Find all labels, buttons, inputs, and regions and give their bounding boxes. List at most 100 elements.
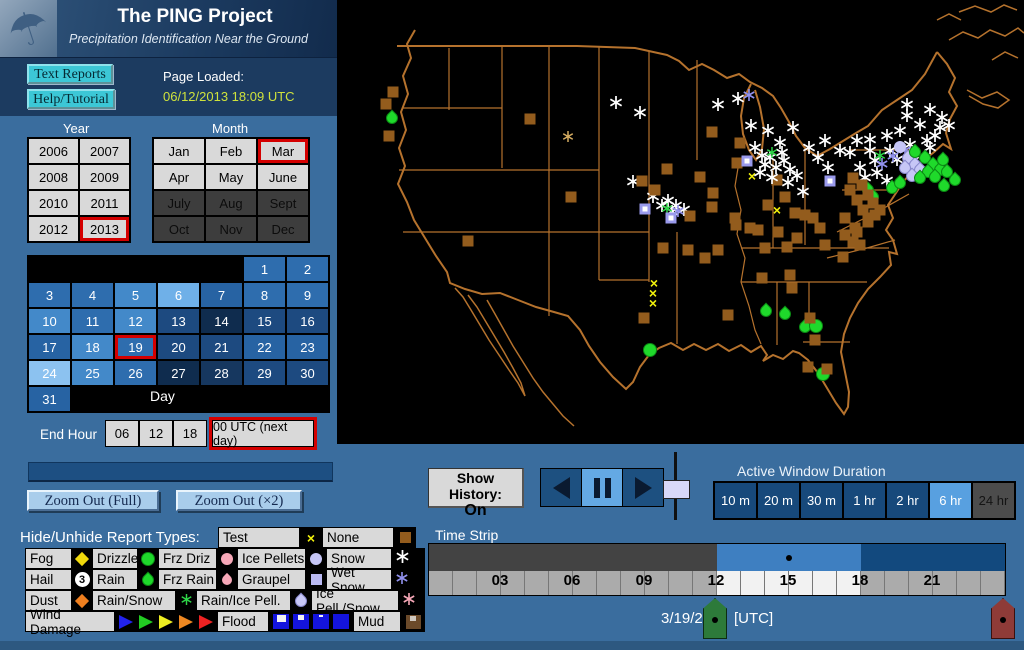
header-button-strip: Text Reports Help/Tutorial Page Loaded: …	[0, 57, 337, 116]
hour-cell-0[interactable]	[429, 571, 453, 595]
year-2010[interactable]: 2010	[28, 190, 79, 216]
time-strip-history-bar[interactable]	[428, 543, 1006, 572]
legend-label-ice-pellets[interactable]: Ice Pellets	[237, 548, 306, 569]
zoom-out-x2-button[interactable]: Zoom Out (×2)	[176, 490, 302, 511]
month-feb[interactable]: Feb	[205, 138, 257, 164]
day-28[interactable]: 28	[200, 360, 243, 386]
end-hour-06[interactable]: 06	[105, 420, 139, 447]
year-2012[interactable]: 2012	[28, 216, 79, 242]
end-hour-00-utc-next-day[interactable]: 00 UTC (next day)	[212, 420, 314, 447]
map-marker-sq	[637, 176, 648, 187]
duration-6hr[interactable]: 6 hr	[929, 482, 972, 519]
day-10[interactable]: 10	[28, 308, 71, 334]
end-time-marker[interactable]	[991, 598, 1015, 639]
show-history-button[interactable]: Show History: On	[428, 468, 524, 508]
year-2011[interactable]: 2011	[79, 190, 130, 216]
day-15[interactable]: 15	[243, 308, 286, 334]
hour-cell-16[interactable]	[813, 571, 837, 595]
day-23[interactable]: 23	[286, 334, 329, 360]
legend-label-test[interactable]: Test	[218, 527, 300, 548]
day-27[interactable]: 27	[157, 360, 200, 386]
hour-cell-10[interactable]	[669, 571, 693, 595]
time-cursor-marker[interactable]	[703, 598, 727, 639]
help-tutorial-button[interactable]: Help/Tutorial	[27, 89, 115, 109]
end-hour-12[interactable]: 12	[139, 420, 173, 447]
legend-label-rain[interactable]: Rain	[92, 569, 138, 590]
end-hour-18[interactable]: 18	[173, 420, 207, 447]
hour-cell-22[interactable]	[957, 571, 981, 595]
month-apr[interactable]: Apr	[153, 164, 205, 190]
none-square-icon	[855, 240, 866, 251]
day-29[interactable]: 29	[243, 360, 286, 386]
text-reports-button[interactable]: Text Reports	[27, 64, 113, 84]
day-7[interactable]: 7	[200, 282, 243, 308]
legend-label-wind-damage[interactable]: Wind Damage	[25, 611, 115, 632]
pause-button[interactable]	[582, 469, 622, 506]
hour-cell-4[interactable]	[525, 571, 549, 595]
hour-label-21: 21	[917, 572, 947, 589]
day-21[interactable]: 21	[200, 334, 243, 360]
hour-cell-7[interactable]	[597, 571, 621, 595]
day-17[interactable]: 17	[28, 334, 71, 360]
legend-label-none[interactable]: None	[322, 527, 394, 548]
day-8[interactable]: 8	[243, 282, 286, 308]
day-6[interactable]: 6	[157, 282, 200, 308]
day-11[interactable]: 11	[71, 308, 114, 334]
day-25[interactable]: 25	[71, 360, 114, 386]
duration-10m[interactable]: 10 m	[714, 482, 757, 519]
month-may[interactable]: May	[205, 164, 257, 190]
duration-2hr[interactable]: 2 hr	[886, 482, 929, 519]
hour-cell-1[interactable]	[453, 571, 477, 595]
legend-label-flood[interactable]: Flood	[217, 611, 269, 632]
us-precip-map[interactable]: ×××××	[337, 0, 1024, 444]
step-back-button[interactable]	[541, 469, 581, 506]
legend-label-frz-driz[interactable]: Frz Driz	[158, 548, 217, 569]
month-jan[interactable]: Jan	[153, 138, 205, 164]
month-mar[interactable]: Mar	[257, 138, 309, 164]
day-9[interactable]: 9	[286, 282, 329, 308]
day-30[interactable]: 30	[286, 360, 329, 386]
duration-30m[interactable]: 30 m	[800, 482, 843, 519]
year-2007[interactable]: 2007	[79, 138, 130, 164]
day-19[interactable]: 19	[114, 334, 157, 360]
legend-label-ice-pell-snow[interactable]: Ice Pell./Snow	[311, 590, 399, 611]
year-2013[interactable]: 2013	[79, 216, 130, 242]
legend-label-frz-rain[interactable]: Frz Rain	[158, 569, 217, 590]
year-2006[interactable]: 2006	[28, 138, 79, 164]
year-2008[interactable]: 2008	[28, 164, 79, 190]
speed-slider-handle[interactable]	[663, 480, 690, 499]
hour-cell-13[interactable]	[741, 571, 765, 595]
day-14[interactable]: 14	[200, 308, 243, 334]
calendar-empty-cell	[28, 256, 71, 282]
duration-1hr[interactable]: 1 hr	[843, 482, 886, 519]
legend-label-fog[interactable]: Fog	[25, 548, 72, 569]
day-26[interactable]: 26	[114, 360, 157, 386]
flood-square-icon	[313, 614, 329, 629]
year-2009[interactable]: 2009	[79, 164, 130, 190]
day-3[interactable]: 3	[28, 282, 71, 308]
day-5[interactable]: 5	[114, 282, 157, 308]
day-4[interactable]: 4	[71, 282, 114, 308]
day-16[interactable]: 16	[286, 308, 329, 334]
month-june[interactable]: June	[257, 164, 309, 190]
day-24[interactable]: 24	[28, 360, 71, 386]
day-13[interactable]: 13	[157, 308, 200, 334]
legend-label-hail[interactable]: Hail	[25, 569, 72, 590]
day-1[interactable]: 1	[243, 256, 286, 282]
hour-cell-23[interactable]	[981, 571, 1005, 595]
hour-cell-19[interactable]	[885, 571, 909, 595]
day-31[interactable]: 31	[28, 386, 71, 412]
day-12[interactable]: 12	[114, 308, 157, 334]
zoom-out-full-button[interactable]: Zoom Out (Full)	[27, 490, 159, 511]
day-22[interactable]: 22	[243, 334, 286, 360]
legend-label-drizzle[interactable]: Drizzle	[92, 548, 138, 569]
legend-label-rain-ice-pell-[interactable]: Rain/Ice Pell.	[196, 590, 291, 611]
step-forward-button[interactable]	[623, 469, 663, 506]
legend-label-mud[interactable]: Mud	[353, 611, 401, 632]
legend-label-graupel[interactable]: Graupel	[237, 569, 306, 590]
day-2[interactable]: 2	[286, 256, 329, 282]
duration-20m[interactable]: 20 m	[757, 482, 800, 519]
day-20[interactable]: 20	[157, 334, 200, 360]
hail-icon: 3	[75, 572, 90, 587]
day-18[interactable]: 18	[71, 334, 114, 360]
